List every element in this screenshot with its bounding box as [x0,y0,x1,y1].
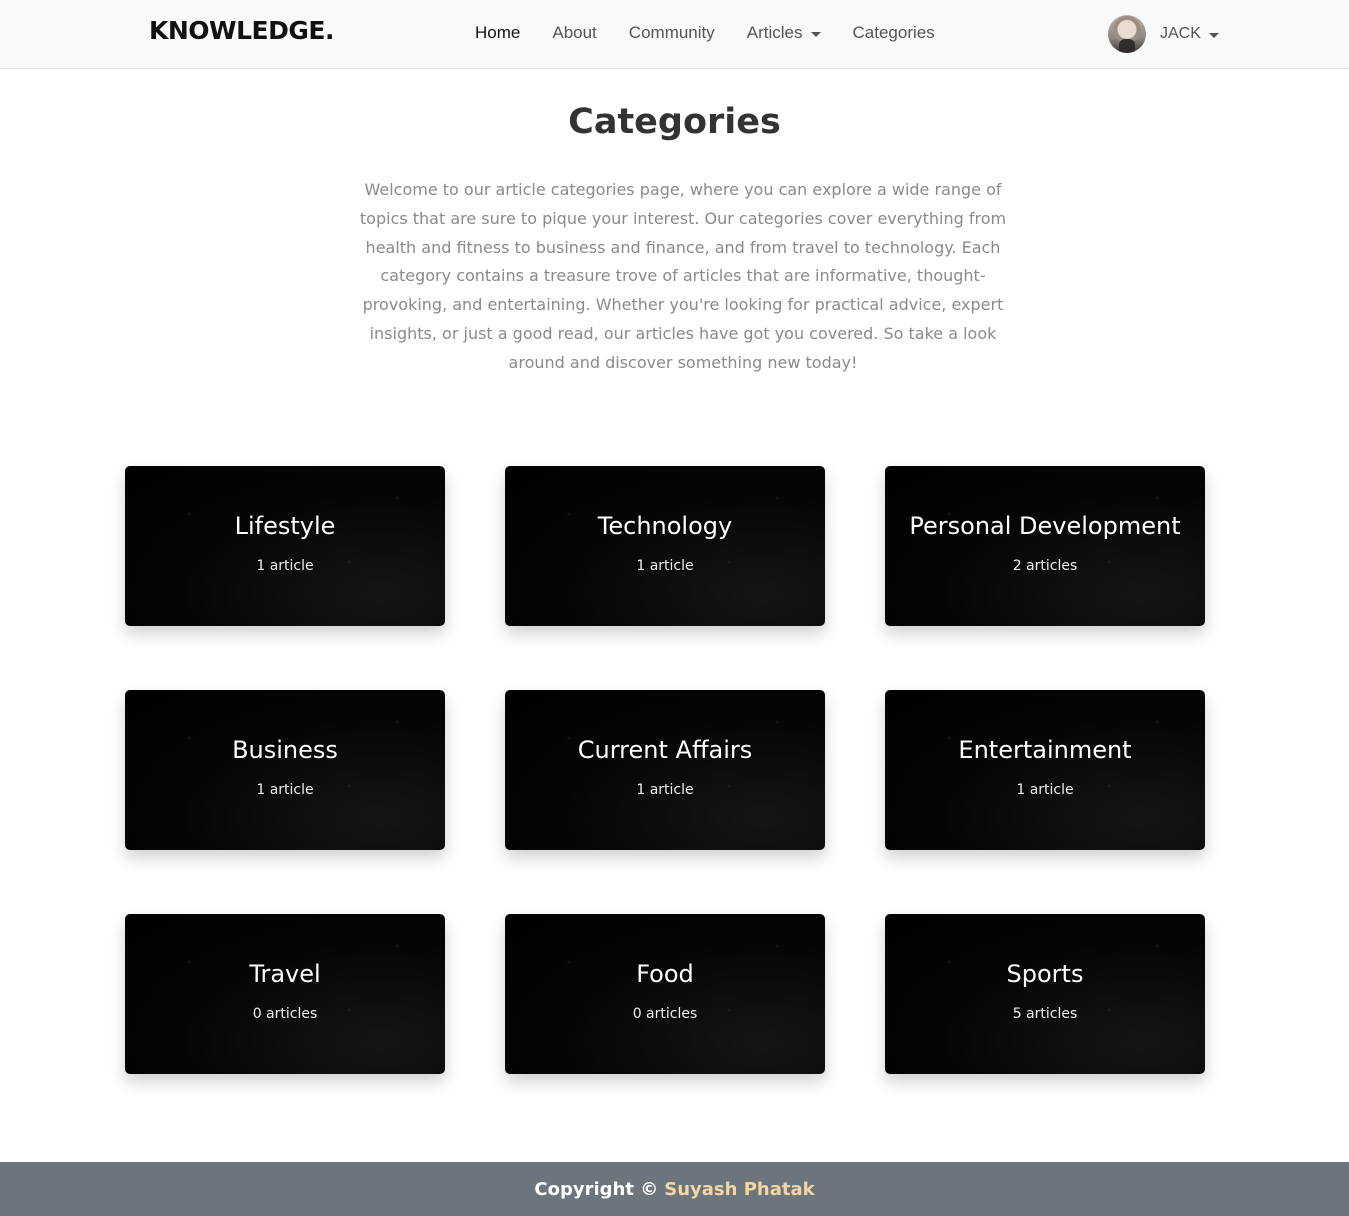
category-count: 1 article [1016,782,1074,798]
category-title: Entertainment [958,736,1132,764]
category-count: 2 articles [1012,558,1078,574]
user-name-dropdown[interactable]: JACK [1160,25,1219,43]
category-card-business[interactable]: Business 1 article [125,690,445,850]
nav-categories-label: Categories [852,23,935,42]
nav-about-label: About [552,23,597,42]
user-menu[interactable]: JACK [1108,15,1219,53]
category-card-technology[interactable]: Technology 1 article [505,466,825,626]
category-count: 0 articles [632,1006,698,1022]
user-name-label: JACK [1160,25,1201,42]
nav-community-link[interactable]: Community [629,23,715,43]
category-count: 5 articles [1012,1006,1078,1022]
intro-text: Welcome to our article categories page, … [359,180,1007,372]
category-count: 1 article [636,782,694,798]
brand-logo[interactable]: KNOWLEDGE. [149,16,334,45]
category-title: Food [636,960,694,988]
category-title: Travel [249,960,321,988]
avatar [1108,15,1146,53]
category-count: 1 article [636,558,694,574]
category-count: 0 articles [252,1006,318,1022]
nav-community-label: Community [628,23,715,42]
category-card-lifestyle[interactable]: Lifestyle 1 article [125,466,445,626]
nav-articles-dropdown[interactable]: Articles [747,23,821,43]
navbar: KNOWLEDGE. Home About Community Articles… [0,0,1349,69]
footer: Copyright © Suyash Phatak [0,1162,1349,1216]
nav-home-link[interactable]: Home [475,23,520,43]
category-card-current-affairs[interactable]: Current Affairs 1 article [505,690,825,850]
category-card-travel[interactable]: Travel 0 articles [125,914,445,1074]
category-title: Current Affairs [577,736,753,764]
category-card-personal-development[interactable]: Personal Development 2 articles [885,466,1205,626]
nav-home-label: Home [475,23,521,42]
category-count: 1 article [256,782,314,798]
category-card-food[interactable]: Food 0 articles [505,914,825,1074]
category-title: Lifestyle [234,512,336,540]
page-title: Categories [568,102,781,142]
category-title: Technology [597,512,733,540]
author-link[interactable]: Suyash Phatak [664,1179,814,1200]
caret-down-icon [810,31,821,37]
category-title: Personal Development [909,512,1181,540]
nav-links: Home About Community Articles Categories [475,23,967,43]
categories-grid: Lifestyle 1 article Technology 1 article… [125,466,1205,1074]
category-title: Business [232,736,338,764]
copyright-text: Copyright © [534,1178,659,1200]
category-title: Sports [1006,960,1084,988]
nav-about-link[interactable]: About [552,23,596,43]
caret-down-icon [1208,32,1219,38]
category-card-sports[interactable]: Sports 5 articles [885,914,1205,1074]
category-card-entertainment[interactable]: Entertainment 1 article [885,690,1205,850]
nav-categories-link[interactable]: Categories [853,23,935,43]
nav-articles-label: Articles [746,23,803,42]
category-count: 1 article [256,558,314,574]
